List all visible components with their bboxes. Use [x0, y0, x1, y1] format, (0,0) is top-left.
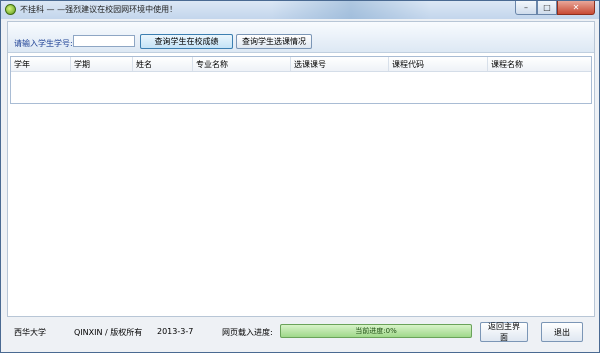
home-button[interactable]: 返回主界面 [480, 322, 528, 342]
column-header-major[interactable]: 专业名称 [193, 57, 291, 71]
column-header-course-code[interactable]: 课程代码 [389, 57, 488, 71]
progress-text: 当前进度:0% [355, 327, 397, 335]
column-header-term[interactable]: 学期 [71, 57, 133, 71]
table-header: 学年 学期 姓名 专业名称 选课课号 课程代码 课程名称 [11, 57, 591, 72]
app-window: 不挂科 — —强烈建议在校园网环境中使用！ – □ ✕ 请输入学生学号: 查询学… [0, 0, 600, 353]
window-controls: – □ ✕ [515, 1, 595, 17]
minimize-button[interactable]: – [515, 1, 537, 15]
release-date: 2013-3-7 [157, 327, 194, 336]
title-decoration [271, 1, 431, 19]
app-logo-icon [5, 4, 16, 15]
maximize-button[interactable]: □ [537, 1, 557, 15]
query-grades-button[interactable]: 查询学生在校成绩 [140, 34, 233, 49]
copyright-text: QINXIN / 版权所有 [74, 328, 143, 337]
progress-label: 网页载入进度: [222, 328, 273, 337]
column-header-course-number[interactable]: 选课课号 [291, 57, 389, 71]
load-progress-bar: 当前进度:0% [280, 324, 472, 338]
main-panel: 请输入学生学号: 查询学生在校成绩 查询学生选课情况 学年 学期 姓名 专业名称… [7, 21, 595, 317]
student-id-input[interactable] [73, 35, 135, 47]
school-name: 西华大学 [14, 328, 46, 337]
column-header-name[interactable]: 姓名 [133, 57, 193, 71]
title-bar[interactable]: 不挂科 — —强烈建议在校园网环境中使用！ – □ ✕ [1, 1, 599, 19]
query-toolbar: 请输入学生学号: 查询学生在校成绩 查询学生选课情况 [8, 22, 594, 53]
exit-button[interactable]: 退出 [541, 322, 583, 342]
column-header-course-name[interactable]: 课程名称 [488, 57, 591, 71]
status-footer: 西华大学 QINXIN / 版权所有 2013-3-7 网页载入进度: 当前进度… [1, 319, 599, 353]
results-table[interactable]: 学年 学期 姓名 专业名称 选课课号 课程代码 课程名称 [10, 56, 592, 104]
query-courses-button[interactable]: 查询学生选课情况 [236, 34, 312, 49]
column-header-year[interactable]: 学年 [11, 57, 71, 71]
close-button[interactable]: ✕ [557, 1, 595, 15]
window-title: 不挂科 — —强烈建议在校园网环境中使用！ [20, 5, 178, 14]
student-id-label: 请输入学生学号: [14, 39, 73, 48]
